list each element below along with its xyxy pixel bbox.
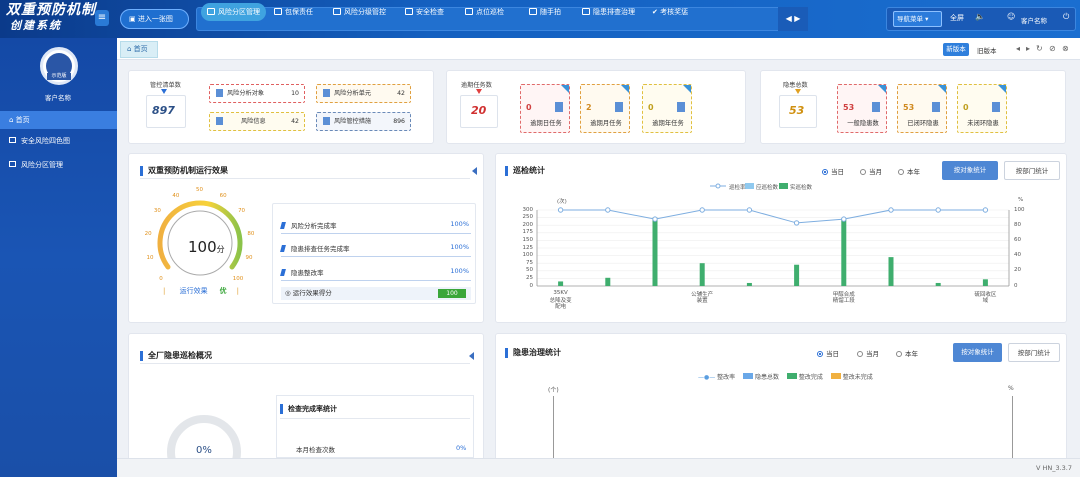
y2-axis xyxy=(1012,396,1013,458)
radio-day[interactable]: 当日 xyxy=(817,348,839,358)
by-object-button[interactable]: 按对象统计 xyxy=(953,343,1002,362)
radio-off-icon xyxy=(857,351,863,357)
divider xyxy=(280,418,470,419)
hazard-gov-legend: —●— 整改率 隐患总数 整改完成 整改未完成 xyxy=(698,373,873,381)
radio-label: 本年 xyxy=(905,350,918,358)
by-dept-button[interactable]: 按部门统计 xyxy=(1008,343,1060,362)
radio-label: 当日 xyxy=(826,350,839,358)
radio-label: 当月 xyxy=(866,350,879,358)
legend-item: 整改未完成 xyxy=(842,374,873,381)
legend-item: 整改率 xyxy=(717,374,736,381)
donut-value: 0% xyxy=(196,445,212,456)
month-check-label: 本月检查次数 xyxy=(296,446,335,454)
version-text: V HN_3.3.7 xyxy=(1035,464,1072,472)
radio-on-icon xyxy=(817,351,823,357)
hazard-gov-y2-unit: % xyxy=(1008,385,1014,392)
radio-off-icon xyxy=(896,351,902,357)
month-check-value: 0% xyxy=(456,444,467,452)
status-bar: V HN_3.3.7 xyxy=(117,458,1080,477)
legend-item: 整改完成 xyxy=(798,374,823,381)
y-axis xyxy=(553,396,554,458)
completion-title: 检查完成率统计 xyxy=(280,404,337,414)
radio-year[interactable]: 本年 xyxy=(896,348,918,358)
radio-month[interactable]: 当月 xyxy=(857,348,879,358)
hazard-gov-y-unit: (个) xyxy=(548,387,559,394)
hazard-gov-title: 隐患治理统计 xyxy=(505,348,561,358)
legend-item: 隐患总数 xyxy=(755,374,780,381)
